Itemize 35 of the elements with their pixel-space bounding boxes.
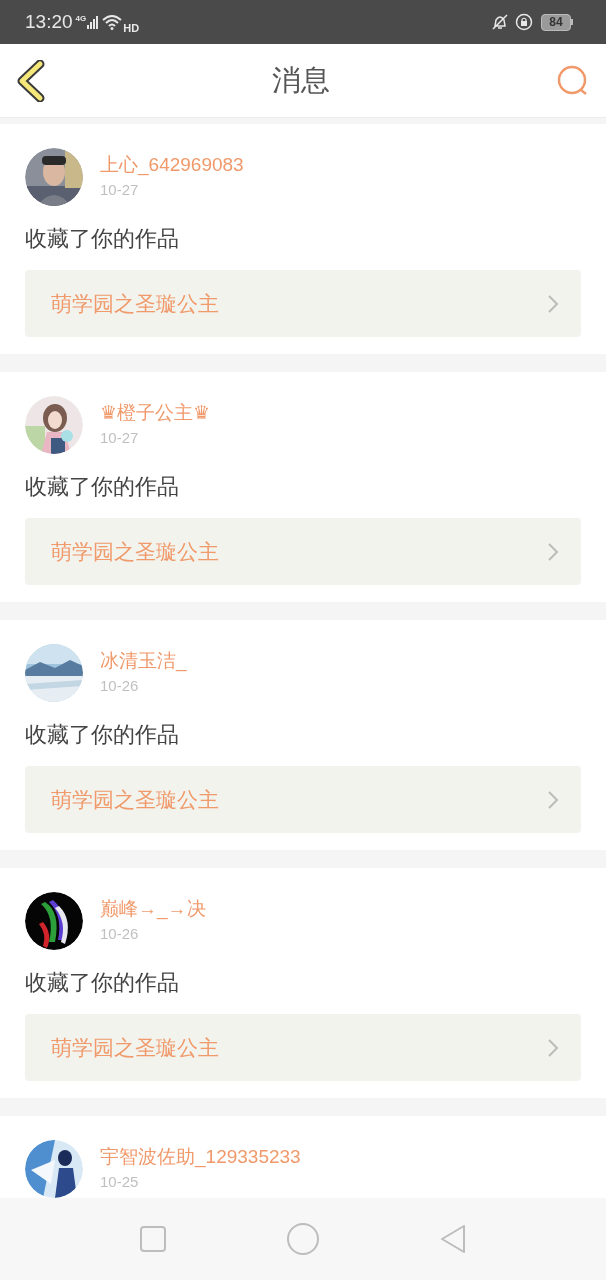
user-name[interactable]: 冰清玉洁_: [100, 648, 187, 674]
message-date: 10-26: [100, 676, 140, 696]
user-name[interactable]: 上心_642969083: [100, 152, 244, 178]
action-text: 收藏了你的作品: [25, 969, 180, 997]
message-date: 10-25: [100, 1172, 140, 1192]
mute-icon: [491, 13, 509, 31]
wifi-icon: [102, 14, 123, 30]
chevron-icon: [547, 789, 559, 810]
signal-icon: [87, 15, 100, 29]
work-link[interactable]: 萌学园之圣璇公主: [25, 766, 581, 833]
action-text: 收藏了你的作品: [25, 473, 180, 501]
message-date: 10-26: [100, 924, 140, 944]
action-text: 收藏了你的作品: [25, 721, 180, 749]
user-name[interactable]: 宇智波佐助_129335233: [100, 1144, 301, 1170]
network-type: 4G: [75, 13, 87, 25]
user-name[interactable]: ♛橙子公主♛: [100, 400, 210, 426]
chevron-icon: [547, 541, 559, 562]
back-icon[interactable]: [16, 59, 46, 102]
chevron-icon: [547, 293, 559, 314]
work-link[interactable]: 萌学园之圣璇公主: [25, 270, 581, 337]
work-link[interactable]: 萌学园之圣璇公主: [25, 1014, 581, 1081]
action-text: 收藏了你的作品: [25, 225, 180, 253]
status-time: 13:20: [25, 9, 73, 34]
page-title: 消息: [272, 62, 330, 98]
battery-indicator: 84: [541, 13, 571, 31]
rotation-lock-icon: [515, 13, 533, 31]
message-date: 10-27: [100, 180, 140, 200]
work-link[interactable]: 萌学园之圣璇公主: [25, 518, 581, 585]
chevron-icon: [547, 1037, 559, 1058]
user-name[interactable]: 巅峰→_→决: [100, 896, 206, 922]
message-date: 10-27: [100, 428, 140, 448]
recent-apps-icon[interactable]: [140, 1226, 167, 1252]
hd-label: HD: [123, 20, 140, 36]
back-nav-icon[interactable]: [439, 1224, 466, 1254]
home-icon[interactable]: [287, 1223, 319, 1255]
